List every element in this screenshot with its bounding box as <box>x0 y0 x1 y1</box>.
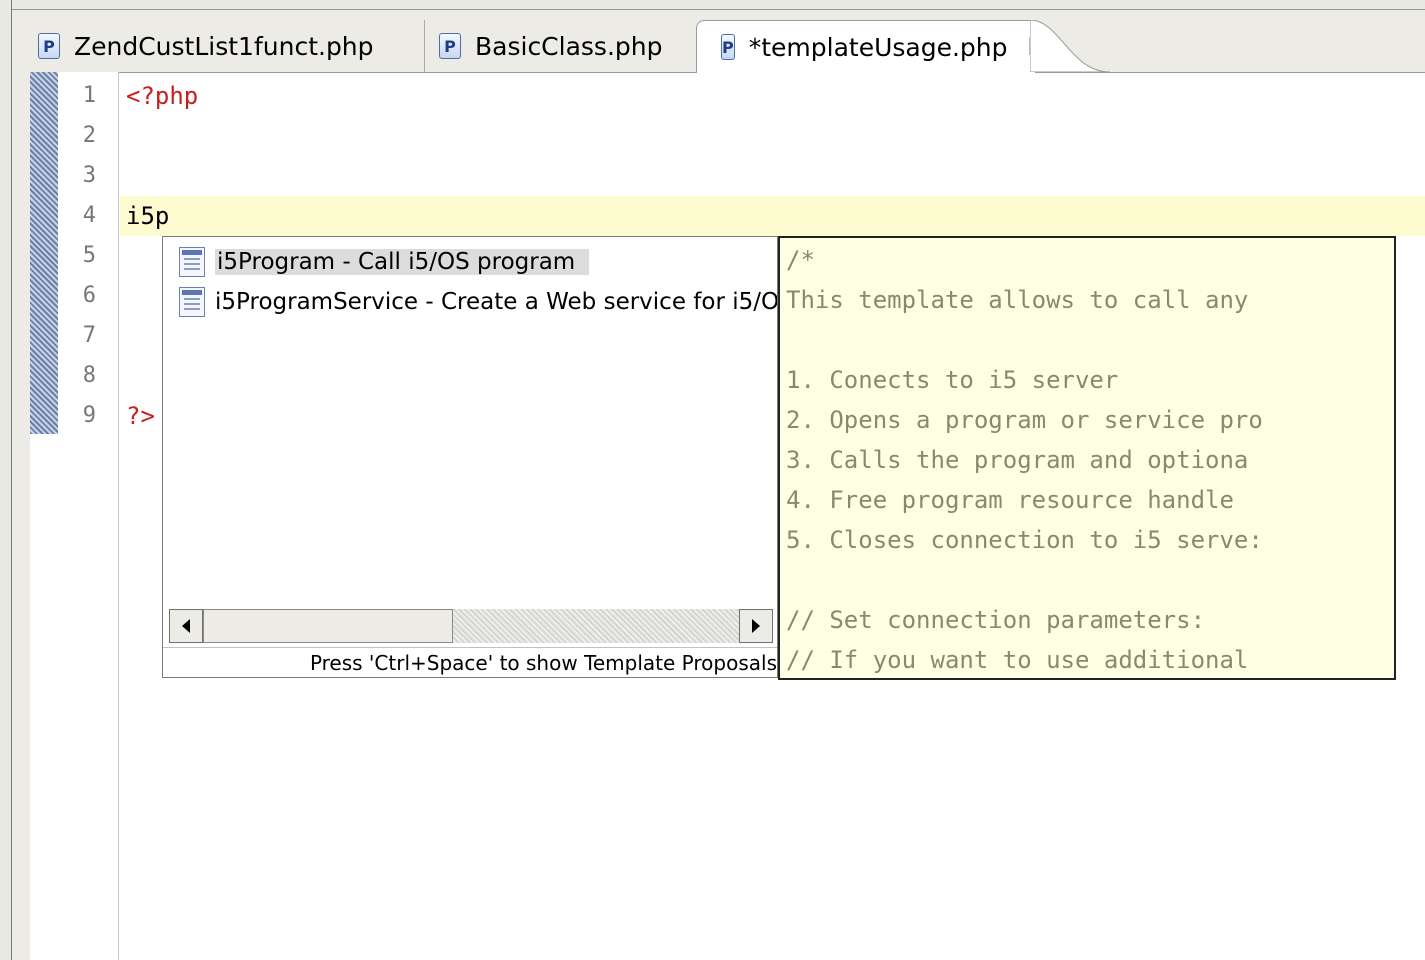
info-line: 5. Closes connection to i5 serve: <box>786 526 1263 554</box>
php-file-icon: P <box>38 33 60 59</box>
line-number-gutter: 1 2 3 4 5 6 7 8 9 <box>58 72 119 960</box>
line-number: 5 <box>82 243 96 268</box>
proposal-info-panel: /* This template allows to call any 1. C… <box>778 236 1396 680</box>
window-top-border <box>0 0 1425 9</box>
overview-ruler-marker[interactable] <box>30 72 58 434</box>
code-line-9[interactable]: ?> <box>126 396 155 436</box>
template-icon <box>179 287 205 317</box>
info-line: 3. Calls the program and optiona <box>786 446 1249 474</box>
annotation-ruler <box>12 72 30 960</box>
tab-label: *templateUsage.php <box>748 32 1008 62</box>
info-line: // Set connection parameters: <box>786 606 1206 634</box>
info-line: This template allows to call any <box>786 286 1249 314</box>
scroll-right-button[interactable] <box>739 609 773 643</box>
scroll-left-button[interactable] <box>169 609 203 643</box>
arrow-right-icon <box>752 619 760 633</box>
proposal-label: i5Program - Call i5/OS program <box>215 249 590 275</box>
window-left-border <box>0 0 12 960</box>
php-file-icon: P <box>721 34 735 60</box>
popup-status-text: Press 'Ctrl+Space' to show Template Prop… <box>163 647 777 677</box>
tab-edge-decoration <box>1030 20 1110 72</box>
content-assist-popup: i5Program - Call i5/OS program i5Program… <box>162 236 778 678</box>
template-icon <box>179 247 205 277</box>
arrow-left-icon <box>182 619 190 633</box>
info-line: /* <box>786 246 815 274</box>
info-line: 4. Free program resource handle <box>786 486 1234 514</box>
info-line: 2. Opens a program or service pro <box>786 406 1263 434</box>
proposal-item-i5programservice[interactable]: i5ProgramService - Create a Web service … <box>179 283 778 321</box>
proposal-item-i5program[interactable]: i5Program - Call i5/OS program <box>179 243 590 281</box>
line-number: 6 <box>82 283 96 308</box>
line-number: 7 <box>82 323 96 348</box>
editor-tab-bar: P ZendCustList1funct.php P BasicClass.ph… <box>12 9 1425 73</box>
proposal-label: i5ProgramService - Create a Web service … <box>215 289 778 315</box>
php-file-icon: P <box>439 33 461 59</box>
tab-basicclass[interactable]: P BasicClass.php <box>424 20 704 72</box>
line-number: 3 <box>82 163 96 188</box>
tab-label: BasicClass.php <box>475 31 663 61</box>
line-number: 9 <box>82 403 96 428</box>
scrollbar-thumb[interactable] <box>203 609 453 643</box>
info-line: 1. Conects to i5 server <box>786 366 1119 394</box>
line-number: 1 <box>82 83 96 108</box>
horizontal-scrollbar[interactable] <box>169 609 773 643</box>
line-number: 2 <box>82 123 96 148</box>
current-line-highlight <box>120 196 1425 236</box>
code-line-1[interactable]: <?php <box>126 76 198 116</box>
tab-label: ZendCustList1funct.php <box>74 31 374 61</box>
tab-zendcustlist1funct[interactable]: P ZendCustList1funct.php <box>38 20 418 72</box>
code-line-4[interactable]: i5p <box>126 196 169 236</box>
line-number: 4 <box>82 203 96 228</box>
info-line: // If you want to use additional <box>786 646 1249 674</box>
tab-templateusage[interactable]: P *templateUsage.php ☒ <box>696 20 1049 73</box>
line-number: 8 <box>82 363 96 388</box>
